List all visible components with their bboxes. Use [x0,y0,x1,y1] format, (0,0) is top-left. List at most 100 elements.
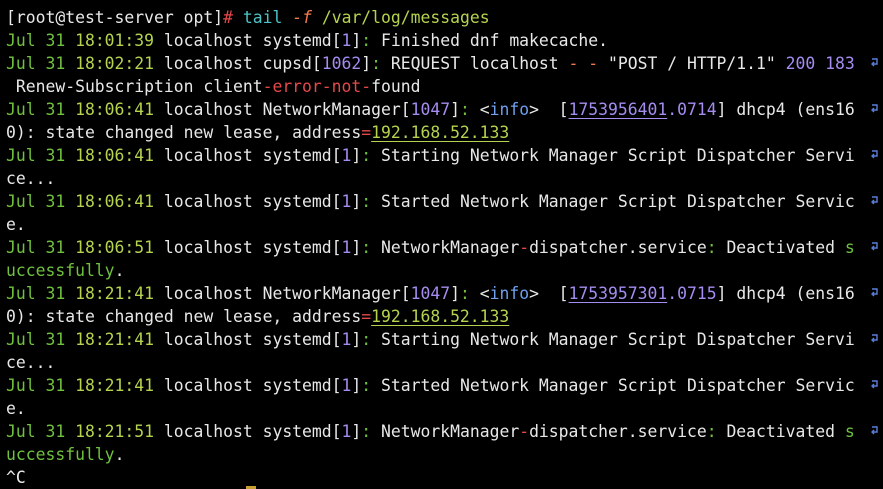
text-segment: ] [351,238,362,257]
text-segment: 18:21:41 [75,330,155,349]
text-segment: Started Network Manager Script Dispatche… [381,376,855,395]
terminal-line[interactable]: Jul 31 18:01:39 localhost systemd[1]: Fi… [6,29,608,52]
text-segment: - - [568,54,599,73]
terminal-line[interactable]: Jul 31 18:06:51 localhost systemd[1]: Ne… [6,236,855,259]
line-wrap-icon [871,104,878,115]
terminal-line[interactable]: 0): state changed new lease, address=192… [6,121,509,144]
terminal-line[interactable]: Renew-Subscription client-error-not-foun… [6,75,421,98]
line-wrap-icon [871,196,878,207]
text-segment: Starting Network Manager Script Dispatch… [381,146,855,165]
text-segment: 192.168.52.133 [371,123,510,142]
terminal-window[interactable]: [root@test-server opt]# tail -f /var/log… [0,0,883,489]
text-segment: 1753957301 [568,284,668,303]
text-segment: 18:21:41 [75,284,155,303]
terminal-line[interactable]: Jul 31 18:06:41 localhost NetworkManager… [6,98,855,121]
text-segment: ] [351,422,362,441]
text-segment: /var/log/messages [311,8,490,27]
text-segment: : [361,376,382,395]
terminal-line[interactable]: Jul 31 18:06:41 localhost systemd[1]: St… [6,144,855,167]
text-segment: ] [351,330,362,349]
text-segment: localhost NetworkManager[ [154,100,411,119]
text-segment: . [114,261,125,280]
text-segment: ] [351,376,362,395]
command-prompt-line[interactable]: [root@test-server opt]# tail -f /var/log… [6,6,490,29]
terminal-line[interactable]: e. [6,397,26,420]
text-segment: Deactivated [726,238,845,257]
text-segment: localhost systemd[ [154,238,342,257]
line-wrap-icon [871,242,878,253]
text-segment: 192.168.52.133 [371,307,510,326]
text-segment: ce... [6,169,56,188]
terminal-line[interactable]: ce... [6,351,55,374]
text-segment: NetworkManager [381,422,520,441]
text-segment: 1 [341,422,352,441]
text-segment: 1047 [410,100,451,119]
text-segment: # [223,8,243,27]
text-segment: Jul 31 [6,146,76,165]
text-segment: : [361,31,382,50]
text-segment: .0714 [667,100,717,119]
text-segment: uccessfully [6,445,115,464]
terminal-line[interactable]: e. [6,213,26,236]
terminal-line[interactable]: Jul 31 18:06:41 localhost systemd[1]: St… [6,190,855,213]
text-segment: : [706,238,727,257]
terminal-line[interactable]: Jul 31 18:21:51 localhost systemd[1]: Ne… [6,420,855,443]
text-segment [282,8,292,27]
line-wrap-icon [871,150,878,161]
text-segment: localhost systemd[ [154,31,342,50]
text-segment: 18:06:51 [75,238,155,257]
text-segment: "POST / HTTP/1.1" [598,54,786,73]
text-segment: found [371,77,421,96]
text-segment: 1 [341,192,352,211]
text-segment: ] [361,54,372,73]
text-segment: ce... [6,353,56,372]
text-segment: Jul 31 [6,192,76,211]
terminal-line[interactable]: Jul 31 18:21:41 localhost systemd[1]: St… [6,374,855,397]
terminal-line[interactable]: ^C [6,466,26,489]
text-segment: uccessfully [6,261,115,280]
text-segment: < [479,284,490,303]
text-segment: Deactivated [726,422,845,441]
terminal-line[interactable]: Jul 31 18:21:41 localhost NetworkManager… [6,282,855,305]
text-segment: tail [242,8,283,27]
text-segment: 1 [341,330,352,349]
text-segment: 1 [341,146,352,165]
terminal-line[interactable]: ce... [6,167,55,190]
text-segment: Jul 31 [6,330,76,349]
line-wrap-icon [871,426,878,437]
text-segment: Jul 31 [6,54,76,73]
text-segment: 18:06:41 [75,192,155,211]
text-segment: info [489,100,530,119]
text-segment: 0): state changed new lease, address [6,123,362,142]
text-segment: : [361,192,382,211]
text-segment: ] dhcp4 (ens16 [716,100,855,119]
text-segment: = [361,123,372,142]
text-segment: 18:21:51 [75,422,155,441]
text-segment: localhost systemd[ [154,330,342,349]
text-segment: 1047 [410,284,451,303]
terminal-line[interactable]: uccessfully. [6,259,124,282]
text-segment: < [479,100,490,119]
terminal-line[interactable]: Jul 31 18:02:21 localhost cupsd[1062]: R… [6,52,855,75]
text-segment: > [ [529,100,569,119]
text-segment: -error-not- [262,77,372,96]
text-segment: Jul 31 [6,376,76,395]
text-segment: 200 183 [785,54,855,73]
text-segment: 1 [341,238,352,257]
terminal-line[interactable]: Jul 31 18:21:41 localhost systemd[1]: St… [6,328,855,351]
text-segment: e. [6,399,26,418]
text-segment: : [361,330,382,349]
line-wrap-icon [871,288,878,299]
line-wrap-icon [871,334,878,345]
terminal-line[interactable]: 0): state changed new lease, address=192… [6,305,509,328]
text-segment: Jul 31 [6,284,76,303]
text-segment: Started Network Manager Script Dispatche… [381,192,855,211]
text-segment: > [ [529,284,569,303]
line-wrap-icon [871,58,878,69]
text-segment: s [844,422,855,441]
text-segment: Starting Network Manager Script Dispatch… [381,330,855,349]
text-segment: localhost NetworkManager[ [154,284,411,303]
text-segment: 18:06:41 [75,100,155,119]
text-segment: localhost systemd[ [154,422,342,441]
terminal-line[interactable]: uccessfully. [6,443,124,466]
